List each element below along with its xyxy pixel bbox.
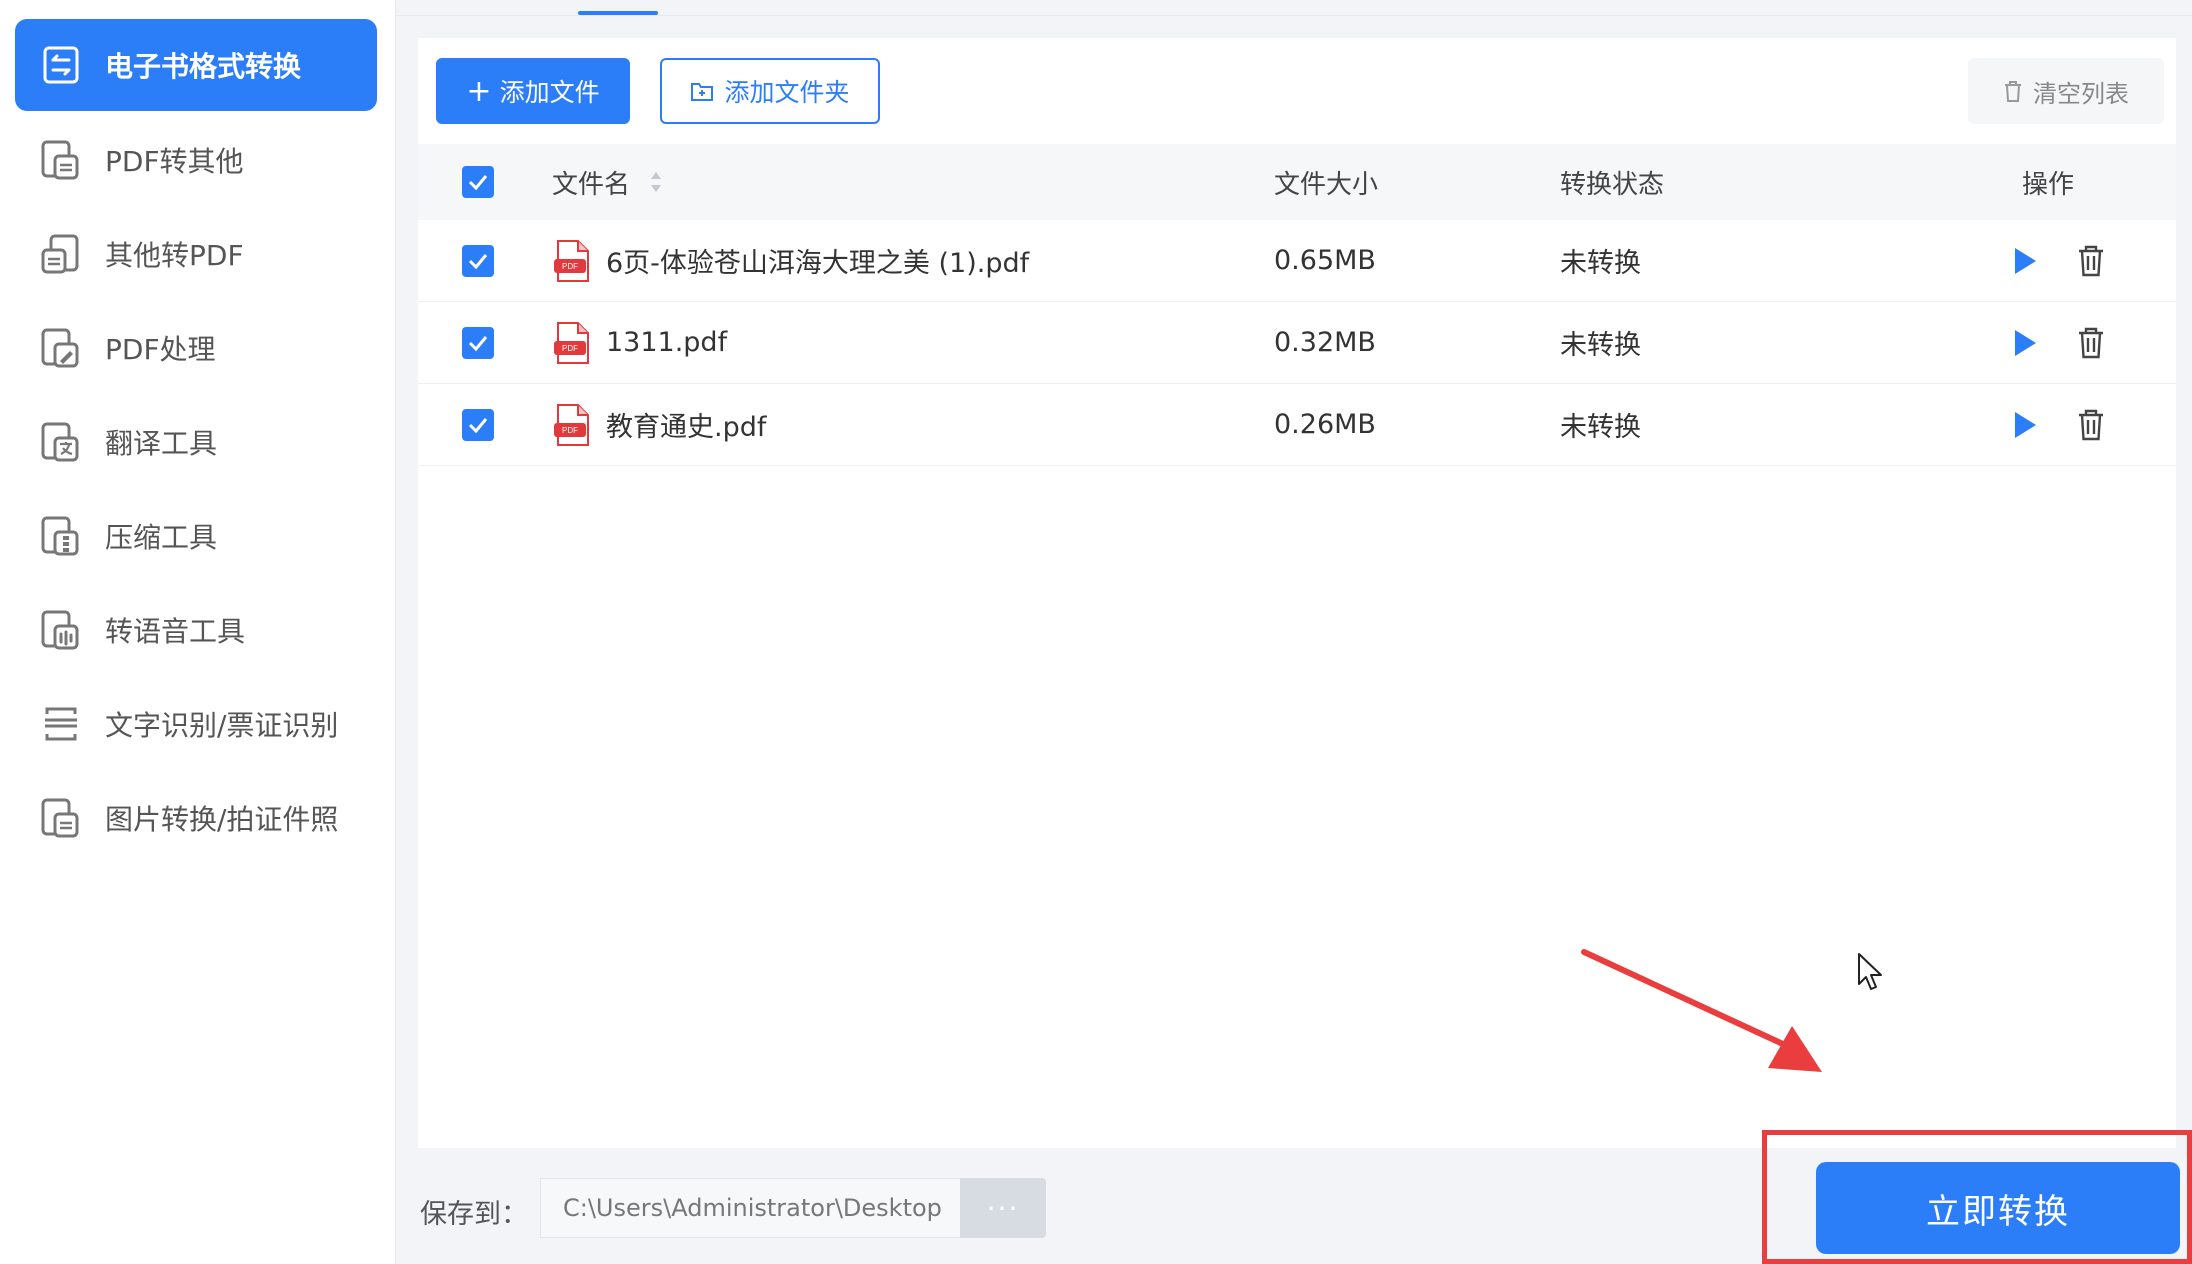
top-tab-bar <box>396 0 2192 16</box>
other-to-pdf-icon <box>37 230 85 278</box>
file-name-cell: PDF 6页-体验苍山洱海大理之美 (1).pdf <box>552 239 1029 283</box>
sidebar-item-label: 翻译工具 <box>105 427 218 460</box>
file-name-cell: PDF 教育通史.pdf <box>552 403 766 447</box>
file-list-panel: + 添加文件 添加文件夹 清空列表 文件名 文件大小 转换状态 操作 PDF 6… <box>418 38 2176 1148</box>
sidebar-item-other-to-pdf[interactable]: 其他转PDF <box>15 208 377 300</box>
mouse-cursor-icon <box>1858 953 1882 990</box>
convert-status: 未转换 <box>1560 412 1641 443</box>
convert-status: 未转换 <box>1560 248 1641 279</box>
clear-list-label: 清空列表 <box>2033 79 2129 108</box>
pdf-to-other-icon <box>37 136 85 184</box>
delete-icon[interactable] <box>2076 244 2106 278</box>
sidebar-item-label: 图片转换/拍证件照 <box>105 803 339 836</box>
file-name: 教育通史.pdf <box>606 412 767 443</box>
add-file-button[interactable]: + 添加文件 <box>436 58 630 124</box>
delete-icon[interactable] <box>2076 408 2106 442</box>
sidebar-item-label: 压缩工具 <box>105 521 218 554</box>
row-actions <box>2012 408 2106 442</box>
compress-icon <box>37 512 85 560</box>
file-name: 6页-体验苍山洱海大理之美 (1).pdf <box>606 248 1030 279</box>
check-icon <box>468 175 488 191</box>
ocr-icon <box>37 700 85 748</box>
ebook-convert-icon <box>37 41 85 89</box>
check-icon <box>468 253 488 269</box>
sidebar-item-label: PDF转其他 <box>105 145 244 178</box>
add-file-label: 添加文件 <box>499 78 600 107</box>
row-actions <box>2012 244 2106 278</box>
play-icon[interactable] <box>2012 246 2038 276</box>
file-size: 0.32MB <box>1274 327 1376 358</box>
svg-text:PDF: PDF <box>562 344 578 353</box>
audio-icon <box>37 606 85 654</box>
table-row: PDF 教育通史.pdf 0.26MB 未转换 <box>418 384 2176 466</box>
add-folder-label: 添加文件夹 <box>724 78 850 107</box>
sidebar-item-ebook-convert[interactable]: 电子书格式转换 <box>15 19 377 111</box>
sidebar-item-audio[interactable]: 转语音工具 <box>15 584 377 676</box>
table-row: PDF 1311.pdf 0.32MB 未转换 <box>418 302 2176 384</box>
file-size: 0.65MB <box>1274 245 1376 276</box>
play-icon[interactable] <box>2012 328 2038 358</box>
add-folder-button[interactable]: 添加文件夹 <box>660 58 880 124</box>
main-area: + 添加文件 添加文件夹 清空列表 文件名 文件大小 转换状态 操作 PDF 6… <box>396 0 2192 1264</box>
browse-folder-button[interactable]: ··· <box>960 1178 1046 1238</box>
row-checkbox[interactable] <box>462 326 494 359</box>
sidebar-item-ocr[interactable]: 文字识别/票证识别 <box>15 678 377 770</box>
convert-now-button[interactable]: 立即转换 <box>1816 1162 2180 1254</box>
sidebar-item-label: 其他转PDF <box>105 239 244 272</box>
sidebar-item-label: PDF处理 <box>105 333 216 366</box>
check-icon <box>468 417 488 433</box>
sidebar: 电子书格式转换 PDF转其他 其他转PDF PDF处理 翻译工具 压缩工具 转语… <box>0 0 396 1264</box>
row-actions <box>2012 326 2106 360</box>
table-header: 文件名 文件大小 转换状态 操作 <box>418 144 2176 220</box>
header-operations: 操作 <box>2022 169 2075 200</box>
sidebar-item-pdf-edit[interactable]: PDF处理 <box>15 302 377 394</box>
pdf-file-icon: PDF <box>554 403 589 446</box>
sidebar-item-compress[interactable]: 压缩工具 <box>15 490 377 582</box>
row-checkbox[interactable] <box>462 408 494 441</box>
header-file-size: 文件大小 <box>1274 169 1379 200</box>
select-all-checkbox[interactable] <box>462 166 494 198</box>
pdf-file-icon: PDF <box>554 239 589 282</box>
svg-text:PDF: PDF <box>562 426 578 435</box>
sidebar-item-label: 电子书格式转换 <box>105 50 302 83</box>
plus-icon: + <box>466 73 492 109</box>
sidebar-item-label: 文字识别/票证识别 <box>105 709 339 742</box>
header-file-name-label: 文件名 <box>552 169 631 200</box>
folder-icon <box>691 83 714 101</box>
file-size: 0.26MB <box>1274 409 1376 440</box>
clear-list-button[interactable]: 清空列表 <box>1968 58 2164 124</box>
file-name: 1311.pdf <box>606 327 728 358</box>
sort-icon[interactable] <box>648 169 664 195</box>
save-to-label: 保存到： <box>420 1199 528 1230</box>
sidebar-item-image-convert[interactable]: 图片转换/拍证件照 <box>15 772 377 864</box>
sidebar-item-translate[interactable]: 翻译工具 <box>15 396 377 488</box>
pdf-file-icon: PDF <box>554 321 589 364</box>
save-path-input[interactable]: C:\Users\Administrator\Desktop <box>540 1178 960 1238</box>
sidebar-item-pdf-to-other[interactable]: PDF转其他 <box>15 114 377 206</box>
file-name-cell: PDF 1311.pdf <box>552 321 727 365</box>
header-file-name[interactable]: 文件名 <box>552 164 664 201</box>
pdf-edit-icon <box>37 324 85 372</box>
translate-icon <box>37 418 85 466</box>
table-row: PDF 6页-体验苍山洱海大理之美 (1).pdf 0.65MB 未转换 <box>418 220 2176 302</box>
svg-text:PDF: PDF <box>562 262 578 271</box>
check-icon <box>468 335 488 351</box>
trash-icon <box>2005 81 2021 102</box>
image-convert-icon <box>37 794 85 842</box>
delete-icon[interactable] <box>2076 326 2106 360</box>
row-checkbox[interactable] <box>462 244 494 277</box>
active-tab-indicator <box>578 11 658 15</box>
convert-status: 未转换 <box>1560 330 1641 361</box>
play-icon[interactable] <box>2012 410 2038 440</box>
sidebar-item-label: 转语音工具 <box>105 615 246 648</box>
header-convert-status: 转换状态 <box>1560 169 1665 200</box>
